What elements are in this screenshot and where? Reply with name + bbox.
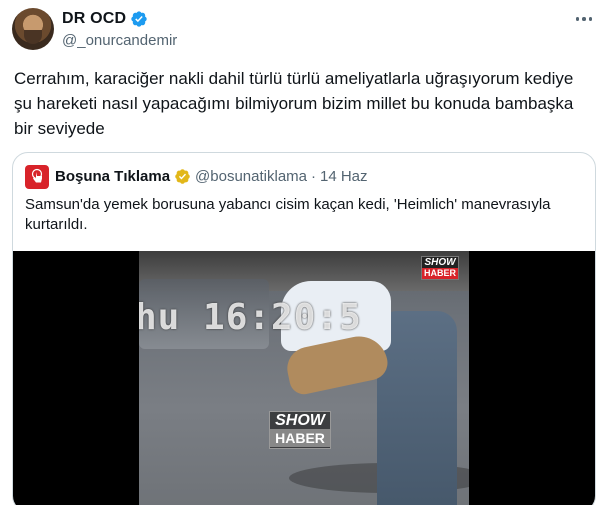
dot [575, 17, 580, 21]
quote-name-row: Boşuna Tıklama @bosunatiklama · 14 Haz [55, 168, 368, 185]
quote-handle[interactable]: @bosunatiklama [195, 168, 307, 185]
author-name-row: DR OCD [62, 10, 148, 28]
dot [582, 17, 586, 21]
cursor-hand-icon[interactable] [25, 165, 49, 189]
verified-badge-icon [131, 11, 147, 27]
cctv-timestamp: hu 16:20:5 [139, 297, 362, 338]
tweet-text: Cerrahım, karaciğer nakli dahil türlü tü… [14, 69, 574, 138]
show-haber-logo-top: SHOW HABER [421, 256, 459, 280]
dot [588, 17, 593, 21]
author-handle[interactable]: @_onurcandemir [62, 32, 177, 49]
video-player[interactable]: hu 16:20:5 SHOW HABER SHOW HABER [13, 251, 595, 505]
gold-verified-badge-icon [175, 169, 190, 184]
watermark-show: SHOW [275, 412, 325, 429]
quote-date[interactable]: 14 Haz [320, 168, 368, 185]
quote-text: Samsun'da yemek borusuna yabancı cisim k… [25, 196, 551, 233]
watermark-haber: HABER [270, 429, 330, 447]
avatar[interactable] [12, 8, 54, 50]
logo-haber: HABER [422, 267, 458, 279]
more-icon[interactable] [574, 12, 594, 26]
tweet[interactable]: DR OCD @_onurcandemir Cerrahım, karaciğe… [0, 0, 600, 505]
show-haber-watermark: SHOW HABER [269, 411, 331, 449]
quoted-tweet[interactable]: Boşuna Tıklama @bosunatiklama · 14 Haz S… [12, 152, 596, 505]
video-frame[interactable]: hu 16:20:5 SHOW HABER SHOW HABER [139, 251, 469, 505]
cursor-hand-glyph [31, 168, 43, 183]
author-display-name[interactable]: DR OCD [62, 10, 126, 28]
quote-display-name[interactable]: Boşuna Tıklama [55, 168, 170, 185]
logo-show: SHOW [424, 256, 456, 268]
meta-separator: · [311, 168, 316, 185]
